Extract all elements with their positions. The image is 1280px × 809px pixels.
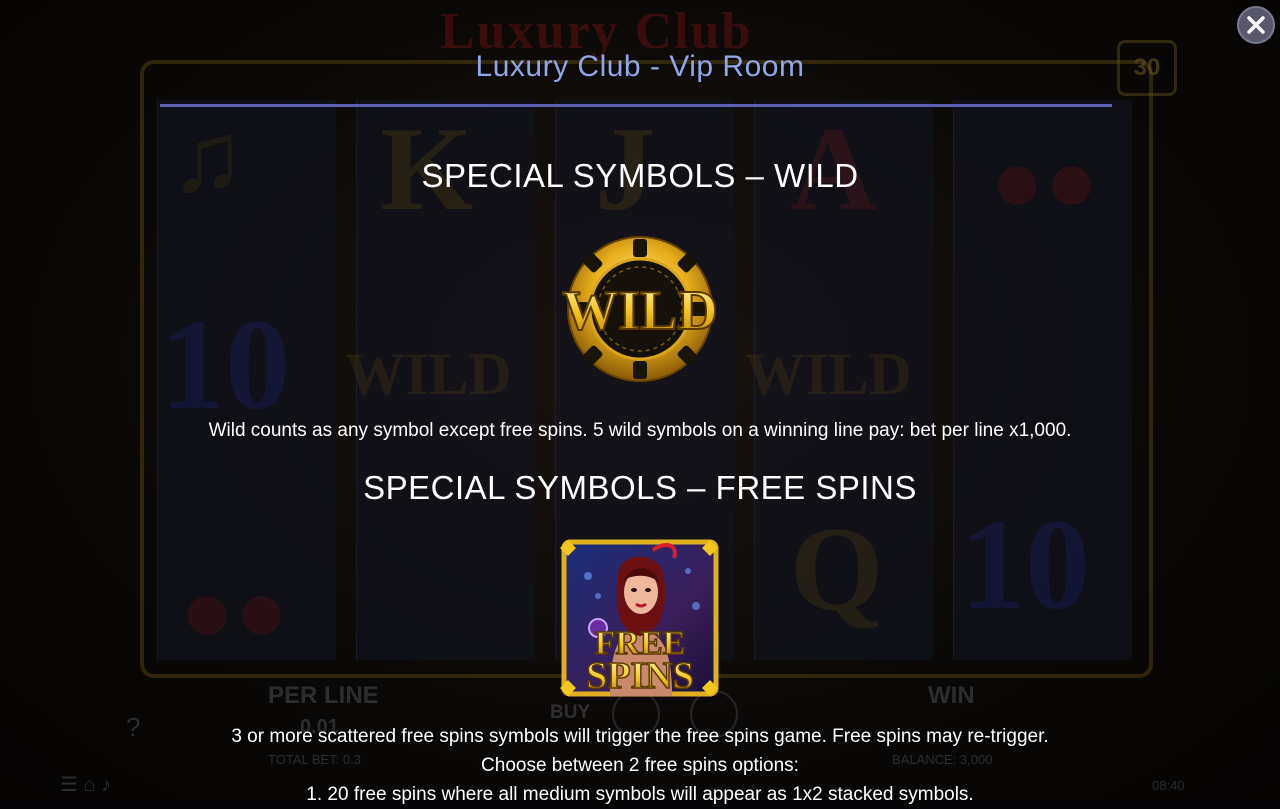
title-divider (160, 104, 1112, 107)
close-button[interactable] (1237, 6, 1275, 44)
background-symbol-cherry: ●● (180, 562, 289, 661)
wild-symbol-text: WILD (562, 280, 718, 342)
background-symbol-10: 10 (960, 493, 1090, 637)
wild-heading: SPECIAL SYMBOLS – WILD (421, 157, 859, 194)
background-buy-label: BUY (550, 702, 591, 723)
free-spins-description-line-1: 3 or more scattered free spins symbols w… (231, 726, 1049, 747)
free-spins-symbol-icon: FREE SPINS (560, 539, 719, 698)
free-spins-heading: SPECIAL SYMBOLS – FREE SPINS (363, 469, 917, 506)
background-symbol-wild: WILD (345, 341, 512, 407)
close-icon (1247, 16, 1265, 34)
free-spins-description-line-3: 1. 20 free spins where all medium symbol… (306, 784, 974, 805)
background-symbol-q: Q (790, 502, 884, 635)
background-symbol-wild: WILD (745, 341, 912, 407)
wild-description: Wild counts as any symbol except free sp… (208, 420, 1072, 441)
page-title: Luxury Club - Vip Room (475, 50, 805, 83)
background-per-line-label: PER LINE (268, 682, 379, 709)
background-win-label: WIN (928, 682, 975, 709)
free-spins-symbol-text-2: SPINS (586, 655, 694, 697)
wild-symbol-icon: WILD (561, 236, 719, 382)
free-spins-description-line-2: Choose between 2 free spins options: (481, 755, 799, 776)
